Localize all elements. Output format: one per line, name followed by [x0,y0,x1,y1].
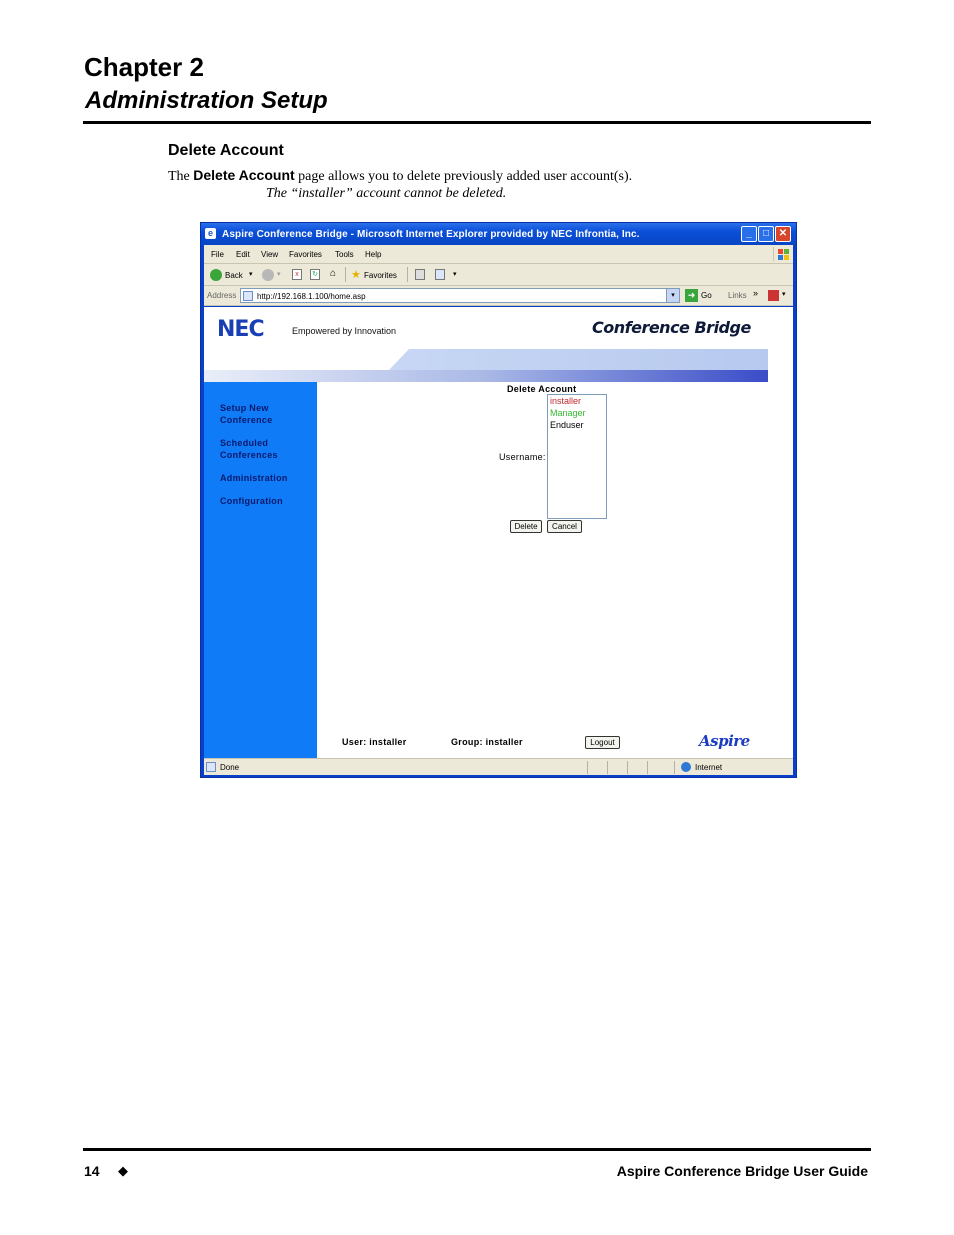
close-icon[interactable]: ✕ [775,226,791,242]
page-content: NEC Empowered by Innovation Conference B… [204,307,793,758]
header-rule [83,121,871,124]
sidebar-item-setup-new-conference[interactable]: Setup New Conference [220,402,273,426]
status-separator [607,761,608,774]
sidebar-item-label: Administration [220,473,288,483]
menu-edit[interactable]: Edit [236,250,250,259]
header-band-light [389,349,768,370]
globe-icon [681,762,691,772]
section-intro: The Delete Account page allows you to de… [168,167,632,185]
sidebar-item-label: Configuration [220,496,283,506]
mail-icon[interactable] [435,269,445,280]
page-number: 14 [84,1163,100,1179]
chapter-number: Chapter 2 [84,52,204,82]
minimize-icon[interactable]: _ [741,226,757,242]
page-icon [243,291,253,301]
form-title: Delete Account [507,384,577,394]
toolbar: Back ▾ ▾ x ↻ ⌂ ★ Favorites ▾ [204,264,793,286]
forward-dropdown-icon[interactable]: ▾ [277,270,281,278]
toolbar-separator [407,267,408,282]
sidebar-item-label: Scheduled [220,438,269,448]
mail-dropdown-icon[interactable]: ▾ [453,270,457,278]
address-label: Address [207,291,237,300]
sidebar-item-administration[interactable]: Administration [220,472,288,484]
print-icon[interactable] [415,269,425,280]
address-url[interactable]: http://192.168.1.100/home.asp [257,292,366,301]
extension-dropdown-icon[interactable]: ▾ [782,290,786,298]
links-label[interactable]: Links [728,291,747,300]
menu-favorites[interactable]: Favorites [289,250,322,259]
section-title: Delete Account [168,142,284,159]
zone-text: Internet [695,763,723,772]
page-done-icon [206,762,216,772]
back-label[interactable]: Back [225,271,243,280]
browser-window: e Aspire Conference Bridge - Microsoft I… [200,222,797,778]
window-title: Aspire Conference Bridge - Microsoft Int… [222,229,640,240]
status-separator [587,761,588,774]
intro-text-bold: Delete Account [193,167,295,183]
windows-logo-icon [773,247,789,261]
favorites-star-icon[interactable]: ★ [351,268,361,281]
status-separator [674,761,675,774]
sidebar-item-label: Conference [220,415,273,425]
menu-help[interactable]: Help [365,250,381,259]
menu-file[interactable]: File [211,250,224,259]
current-user: User: installer [342,737,407,747]
guide-title: Aspire Conference Bridge User Guide [616,1163,868,1179]
sidebar-item-label: Setup New [220,403,269,413]
address-bar: Address http://192.168.1.100/home.asp ▾ … [204,286,793,306]
sidebar-item-configuration[interactable]: Configuration [220,495,283,507]
intro-text-post: page allows you to delete previously add… [294,169,633,184]
refresh-icon[interactable]: ↻ [310,269,320,280]
status-separator [647,761,648,774]
maximize-icon[interactable]: □ [758,226,774,242]
chapter-title: Administration Setup [85,87,328,114]
extension-icon[interactable] [768,290,779,301]
go-arrow-icon[interactable]: ➜ [685,289,698,302]
list-item[interactable]: installer [548,395,606,407]
username-listbox[interactable]: installer Manager Enduser [547,394,607,519]
delete-button[interactable]: Delete [510,520,542,533]
cancel-button[interactable]: Cancel [547,520,582,533]
section-note: The “installer” account cannot be delete… [266,186,507,201]
aspire-logo: Aspire [699,732,750,750]
logout-button[interactable]: Logout [585,736,620,749]
tagline: Empowered by Innovation [292,326,397,336]
sidebar-item-label: Conferences [220,450,278,460]
home-icon[interactable]: ⌂ [328,269,338,280]
menu-bar: File Edit View Favorites Tools Help [204,245,793,264]
go-label[interactable]: Go [701,291,712,300]
forward-arrow-icon[interactable] [262,269,274,281]
footer-rule [83,1148,871,1151]
stop-icon[interactable]: x [292,269,302,280]
toolbar-separator [345,267,346,282]
header-band-dark [204,370,768,382]
status-bar: Done Internet [204,758,793,775]
menu-view[interactable]: View [261,250,278,259]
back-arrow-icon[interactable] [210,269,222,281]
list-item[interactable]: Enduser [548,419,606,431]
address-dropdown-icon[interactable]: ▾ [666,289,679,302]
sidebar-item-scheduled-conferences[interactable]: Scheduled Conferences [220,437,278,461]
back-dropdown-icon[interactable]: ▾ [249,270,253,278]
diamond-icon: ◆ [118,1163,128,1178]
username-label: Username: [499,452,546,462]
app-header: NEC Empowered by Innovation Conference B… [204,307,793,382]
nec-logo: NEC [217,317,265,342]
address-input[interactable]: http://192.168.1.100/home.asp ▾ [240,288,680,303]
sidebar: Setup New Conference Scheduled Conferenc… [204,382,317,758]
current-group: Group: installer [451,737,523,747]
status-text: Done [220,763,240,772]
menu-tools[interactable]: Tools [335,250,354,259]
list-item[interactable]: Manager [548,407,606,419]
favorites-label[interactable]: Favorites [364,271,397,280]
intro-text-pre: The [168,169,194,184]
product-title: Conference Bridge [592,318,751,337]
browser-titlebar[interactable]: e Aspire Conference Bridge - Microsoft I… [201,223,796,245]
ie-icon: e [205,228,216,239]
status-separator [627,761,628,774]
chevron-right-icon[interactable]: » [753,288,758,298]
